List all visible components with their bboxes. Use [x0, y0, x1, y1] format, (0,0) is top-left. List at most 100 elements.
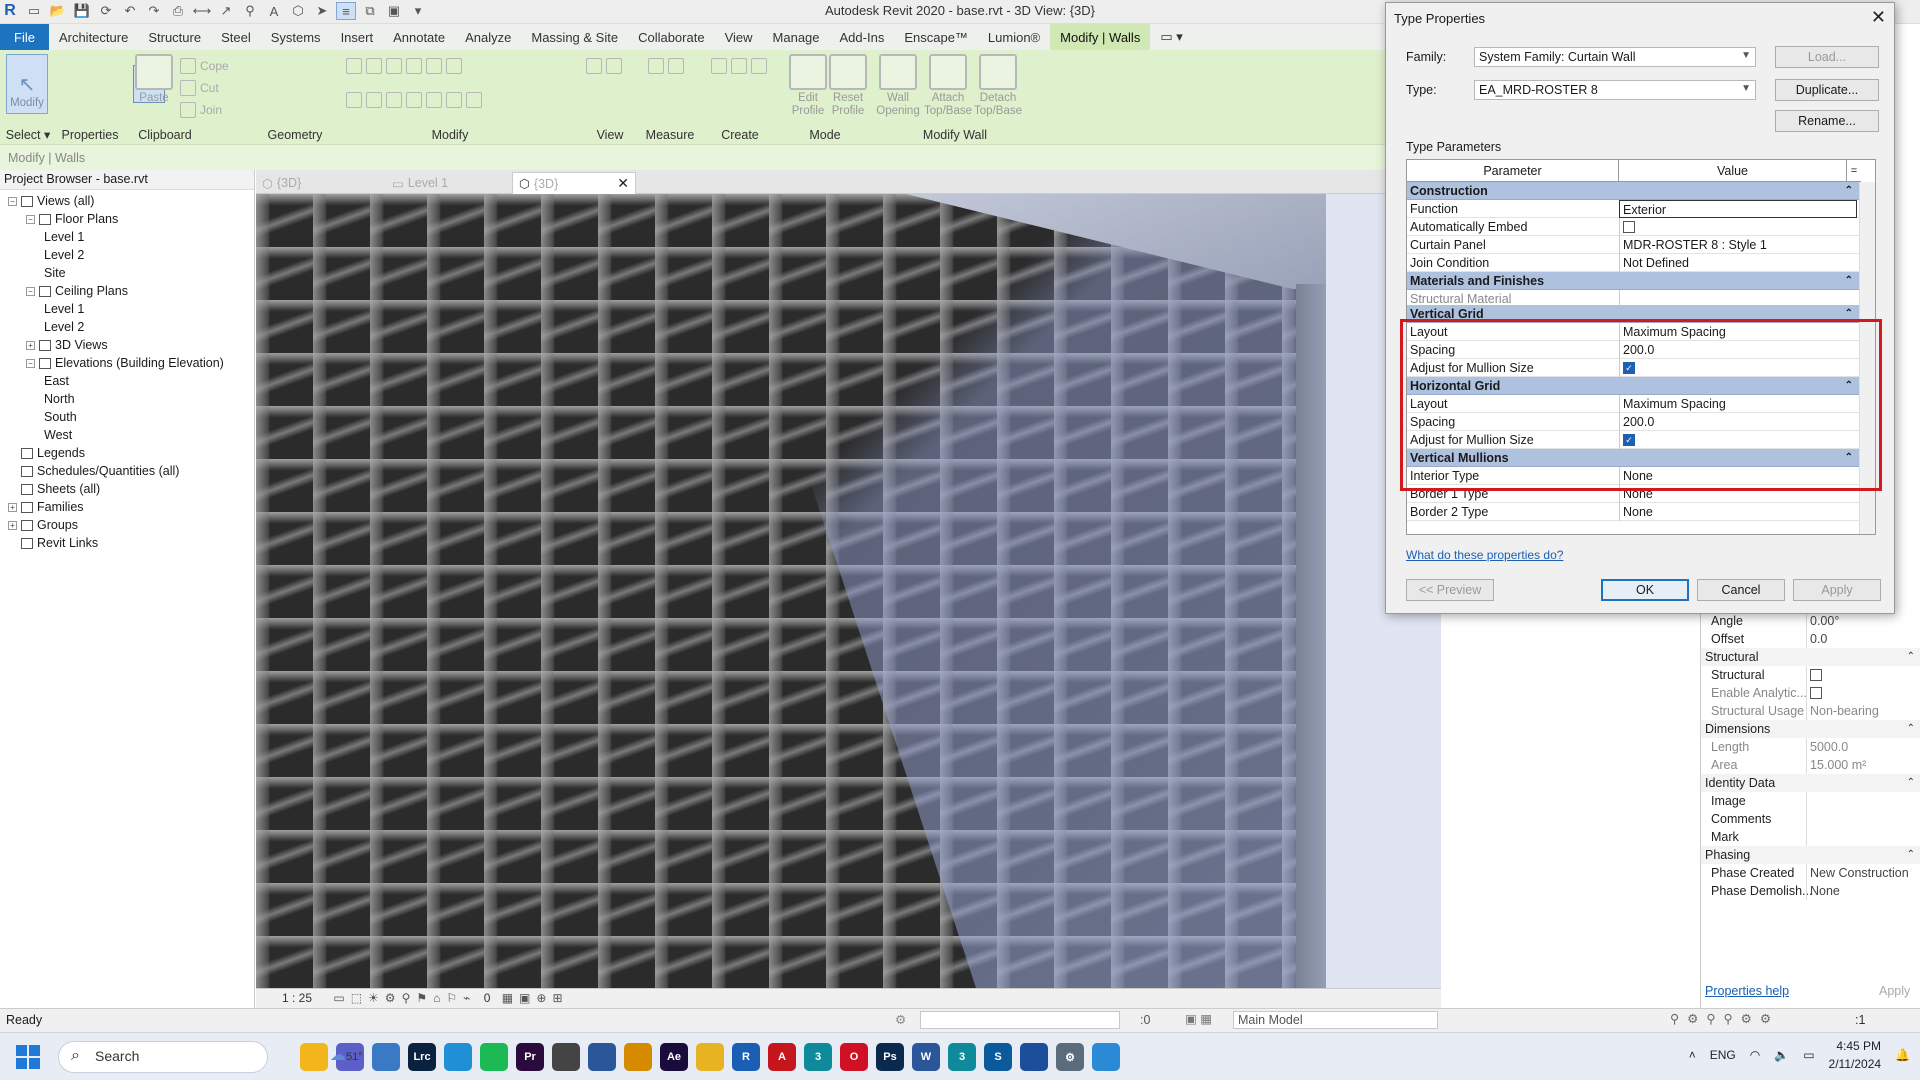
photos-icon[interactable] — [372, 1043, 400, 1071]
preview-button[interactable]: << Preview — [1406, 579, 1494, 601]
param-row[interactable]: Border 2 Type None — [1407, 503, 1859, 521]
ribbon-tab-analyze[interactable]: Analyze — [455, 24, 521, 50]
collapse-icon[interactable]: ⌃ — [1907, 720, 1915, 738]
print-icon[interactable]: ⎙ — [168, 2, 188, 20]
folder-icon[interactable] — [696, 1043, 724, 1071]
3dsmax2-icon[interactable]: 3 — [948, 1043, 976, 1071]
home-icon[interactable]: ▭ — [24, 2, 44, 20]
ribbon-tab-steel[interactable]: Steel — [211, 24, 261, 50]
param-row[interactable]: Join Condition Not Defined — [1407, 254, 1859, 272]
ribbon-tab-lumion[interactable]: Lumion® — [978, 24, 1050, 50]
browser-item[interactable]: Level 1 — [0, 228, 254, 246]
battery-icon[interactable]: ▭ — [1803, 1048, 1814, 1062]
delete-icon[interactable] — [466, 92, 482, 108]
array-icon[interactable] — [426, 92, 442, 108]
edge-icon[interactable] — [444, 1043, 472, 1071]
undo-icon[interactable]: ↶ — [120, 2, 140, 20]
workset-dropdown[interactable] — [920, 1011, 1120, 1029]
view-tab-3d-active[interactable]: ⬡ {3D} ✕ — [512, 172, 636, 194]
create-assembly-icon[interactable] — [711, 58, 727, 74]
browser-item[interactable]: West — [0, 426, 254, 444]
property-value[interactable]: 15.000 m² — [1806, 756, 1916, 774]
property-row[interactable]: Structural — [1701, 666, 1920, 684]
dimension-icon[interactable] — [668, 58, 684, 74]
save-icon[interactable]: 💾 — [72, 2, 92, 20]
text-icon[interactable]: A — [264, 2, 284, 20]
modify-button[interactable]: ↖ Modify — [6, 54, 48, 114]
property-value[interactable] — [1806, 792, 1916, 810]
property-row[interactable]: Enable Analytic... — [1701, 684, 1920, 702]
property-value[interactable]: 0.00° — [1806, 612, 1916, 630]
property-group-header[interactable]: Identity Data ⌃ — [1701, 774, 1920, 792]
property-row[interactable]: Image — [1701, 792, 1920, 810]
move-icon[interactable] — [346, 92, 362, 108]
property-row[interactable]: Structural Usage Non-bearing — [1701, 702, 1920, 720]
ribbon-tab-modify-walls[interactable]: Modify | Walls — [1050, 24, 1151, 50]
autocad-icon[interactable]: A — [768, 1043, 796, 1071]
ribbon-tab-annotate[interactable]: Annotate — [383, 24, 455, 50]
property-value[interactable]: Non-bearing — [1806, 702, 1916, 720]
rotate-icon[interactable] — [386, 92, 402, 108]
create-group-icon[interactable] — [751, 58, 767, 74]
property-value[interactable]: 0.0 — [1806, 630, 1916, 648]
ribbon-tab-collaborate[interactable]: Collaborate — [628, 24, 715, 50]
ribbon-tab-insert[interactable]: Insert — [331, 24, 384, 50]
browser-item[interactable]: South — [0, 408, 254, 426]
expand-icon[interactable]: + — [26, 341, 35, 351]
property-row[interactable]: Area 15.000 m² — [1701, 756, 1920, 774]
notification-bell-icon[interactable]: 🔔 — [1895, 1048, 1910, 1062]
param-group-header[interactable]: Materials and Finishes ⌃ — [1407, 272, 1859, 290]
browser-item[interactable]: East — [0, 372, 254, 390]
view-tab-level1[interactable]: ▭ Level 1 — [386, 172, 512, 194]
browser-item[interactable]: + Groups — [0, 516, 254, 534]
paste-button[interactable]: Paste — [131, 54, 177, 128]
param-value[interactable]: Not Defined — [1619, 254, 1857, 272]
ribbon-tab-systems[interactable]: Systems — [261, 24, 331, 50]
globe-app-icon[interactable] — [552, 1043, 580, 1071]
lumion-icon[interactable] — [1020, 1043, 1048, 1071]
open-icon[interactable]: 📂 — [48, 2, 68, 20]
measure-tool-icon[interactable] — [648, 58, 664, 74]
browser-item[interactable]: − Views (all) — [0, 192, 254, 210]
collapse-icon[interactable]: ⌃ — [1907, 774, 1915, 792]
revit-icon[interactable]: R — [732, 1043, 760, 1071]
browser-item[interactable]: +3D Views — [0, 336, 254, 354]
photoshop-icon[interactable]: Ps — [876, 1043, 904, 1071]
ribbon-tab-view[interactable]: View — [715, 24, 763, 50]
redo-icon[interactable]: ↷ — [144, 2, 164, 20]
taskbar-search[interactable]: ⌕ Search — [58, 1041, 268, 1073]
lightroom-icon[interactable]: Lrc — [408, 1043, 436, 1071]
param-value[interactable]: None — [1619, 503, 1857, 521]
ok-button[interactable]: OK — [1601, 579, 1689, 601]
apply-button[interactable]: Apply — [1793, 579, 1881, 601]
select-dropdown[interactable]: Select ▾ — [0, 127, 56, 142]
duplicate-button[interactable]: Duplicate... — [1775, 79, 1879, 101]
calculator-app-icon[interactable] — [588, 1043, 616, 1071]
browser-item[interactable]: Site — [0, 264, 254, 282]
word-icon[interactable]: W — [912, 1043, 940, 1071]
property-value[interactable] — [1806, 684, 1916, 702]
property-row[interactable]: Offset 0.0 — [1701, 630, 1920, 648]
3d-view-icon[interactable]: ⬡ — [288, 2, 308, 20]
file-explorer-icon[interactable] — [300, 1043, 328, 1071]
property-checkbox[interactable] — [1810, 668, 1822, 681]
properties-apply-button[interactable]: Apply — [1879, 984, 1910, 998]
create-parts-icon[interactable] — [731, 58, 747, 74]
view-tab-3d-a[interactable]: ⬡ {3D} — [256, 172, 386, 194]
type-dropdown[interactable]: EA_MRD-ROSTER 8 ▼ — [1474, 80, 1756, 100]
wifi-icon[interactable]: ◠ — [1750, 1048, 1760, 1062]
param-row[interactable]: Function Exterior — [1407, 200, 1859, 218]
dialog-close-icon[interactable]: ✕ — [1871, 7, 1886, 28]
split-gap-icon[interactable] — [446, 58, 462, 74]
browser-item[interactable]: − Floor Plans — [0, 210, 254, 228]
ribbon-tab-structure[interactable]: Structure — [138, 24, 211, 50]
property-group-header[interactable]: Structural ⌃ — [1701, 648, 1920, 666]
premiere-icon[interactable]: Pr — [516, 1043, 544, 1071]
expand-icon[interactable]: + — [8, 521, 17, 531]
offset-icon[interactable] — [366, 58, 382, 74]
network-app-icon[interactable] — [1092, 1043, 1120, 1071]
thin-lines-icon[interactable]: ≡ — [336, 2, 356, 20]
language-indicator[interactable]: ENG — [1710, 1048, 1736, 1062]
browser-item[interactable]: Schedules/Quantities (all) — [0, 462, 254, 480]
property-row[interactable]: Mark — [1701, 828, 1920, 846]
